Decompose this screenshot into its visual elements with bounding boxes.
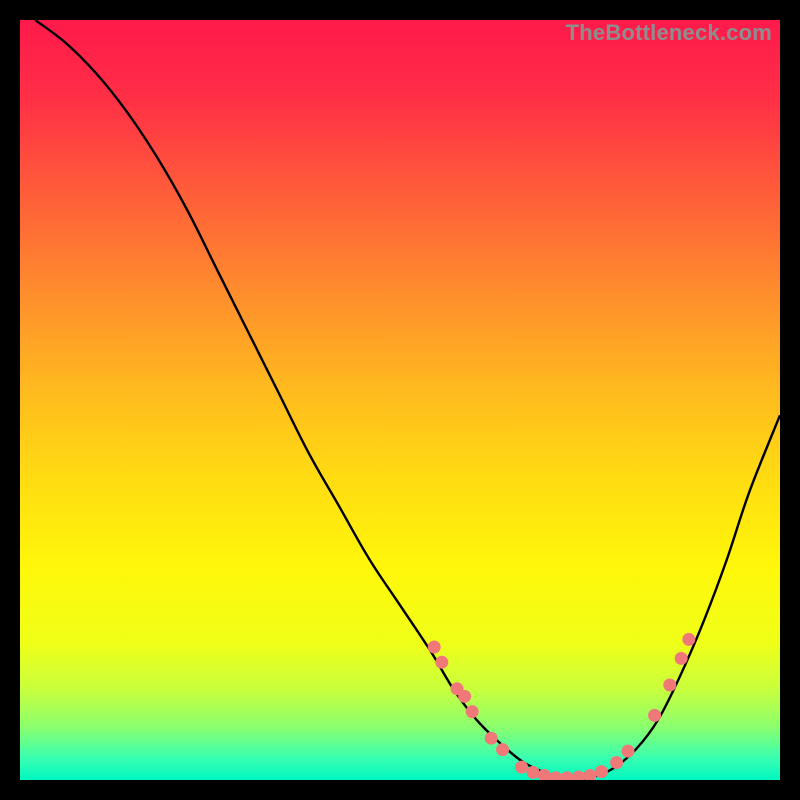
curve-marker <box>648 709 661 722</box>
curve-marker <box>466 705 479 718</box>
curve-marker <box>485 732 498 745</box>
watermark-text: TheBottleneck.com <box>566 20 772 46</box>
curve-marker <box>435 656 448 669</box>
chart-frame: TheBottleneck.com <box>20 20 780 780</box>
curve-marker <box>428 641 441 654</box>
curve-marker <box>515 761 528 774</box>
chart-svg <box>20 20 780 780</box>
curve-marker <box>663 679 676 692</box>
curve-marker <box>458 690 471 703</box>
curve-marker <box>527 766 540 779</box>
curve-marker <box>682 633 695 646</box>
curve-marker <box>610 756 623 769</box>
gradient-background <box>20 20 780 780</box>
curve-marker <box>622 745 635 758</box>
curve-marker <box>675 652 688 665</box>
curve-marker <box>496 743 509 756</box>
curve-marker <box>595 765 608 778</box>
